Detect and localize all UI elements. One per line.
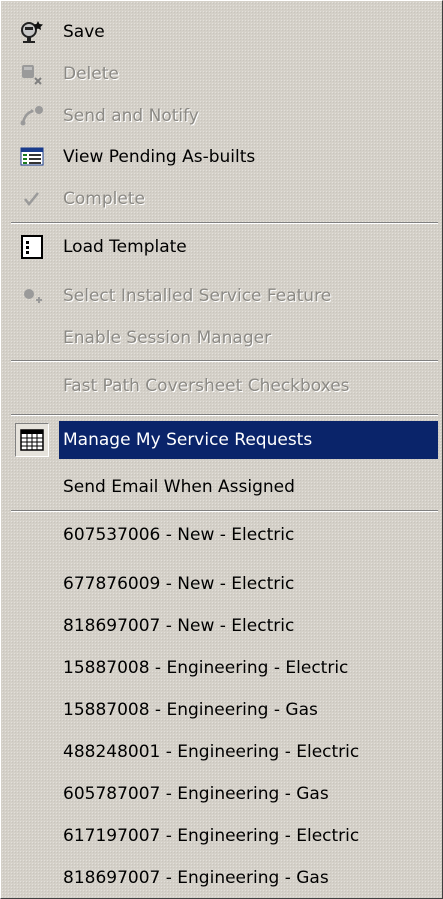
- menu-item-label: 605787007 - Engineering - Gas: [63, 784, 329, 804]
- menu-item-service-request[interactable]: 677876009 - New - Electric: [3, 565, 440, 603]
- grid-table-icon-wrapper: [7, 421, 57, 459]
- menu-item-label: 15887008 - Engineering - Electric: [63, 658, 349, 678]
- menu-item-label: 818697007 - New - Electric: [63, 616, 295, 636]
- menu-separator: [11, 414, 438, 416]
- grid-table-icon: [15, 423, 49, 457]
- menu-item-label: Load Template: [63, 237, 187, 257]
- menu-item-send-email-when-assigned[interactable]: Send Email When Assigned: [3, 468, 440, 506]
- save-icon: [7, 13, 57, 51]
- menu-item-service-request[interactable]: 818697007 - New - Electric: [3, 607, 440, 645]
- menu-item-service-request[interactable]: 605787007 - Engineering - Gas: [3, 775, 440, 813]
- menu-item-service-request[interactable]: 15887008 - Engineering - Electric: [3, 649, 440, 687]
- menu-item-label: 818697007 - Engineering - Gas: [63, 868, 329, 888]
- menu-item-delete[interactable]: Delete: [3, 55, 440, 93]
- menu-item-label: 607537006 - New - Electric: [63, 525, 295, 545]
- menu-item-save[interactable]: Save: [3, 13, 440, 51]
- menu-separator: [11, 222, 438, 224]
- menu-separator: [11, 510, 438, 512]
- menu-item-service-request[interactable]: 617197007 - Engineering - Electric: [3, 817, 440, 855]
- menu-item-label: 677876009 - New - Electric: [63, 574, 295, 594]
- view-pending-icon: [7, 138, 57, 176]
- menu-item-label: Complete: [63, 189, 145, 209]
- menu-item-load-template[interactable]: Load Template: [3, 228, 440, 266]
- menu-item-enable-session-manager[interactable]: Enable Session Manager: [3, 319, 440, 357]
- menu-item-fast-path-coversheet-checkboxes[interactable]: Fast Path Coversheet Checkboxes: [3, 367, 440, 405]
- menu-item-label: Enable Session Manager: [63, 328, 272, 348]
- select-feature-icon: [7, 277, 57, 315]
- delete-icon: [7, 55, 57, 93]
- menu-item-label: 15887008 - Engineering - Gas: [63, 700, 318, 720]
- menu-item-label: Send and Notify: [63, 106, 199, 126]
- menu-item-service-request[interactable]: 607537006 - New - Electric: [3, 516, 440, 554]
- checkmark-icon: [7, 180, 57, 218]
- menu-item-service-request[interactable]: 818697007 - Engineering - Gas: [3, 859, 440, 897]
- menu-item-label: Fast Path Coversheet Checkboxes: [63, 376, 350, 396]
- menu-item-label: Select Installed Service Feature: [63, 286, 332, 306]
- send-notify-icon: [7, 97, 57, 135]
- menu-item-service-request[interactable]: 15887008 - Engineering - Gas: [3, 691, 440, 729]
- menu-item-complete[interactable]: Complete: [3, 180, 440, 218]
- menu-item-label: Save: [63, 22, 105, 42]
- menu-item-label: View Pending As-builts: [63, 147, 256, 167]
- menu-item-select-installed-service-feature[interactable]: Select Installed Service Feature: [3, 277, 440, 315]
- menu-item-send-and-notify[interactable]: Send and Notify: [3, 97, 440, 135]
- menu-item-service-request[interactable]: 488248001 - Engineering - Electric: [3, 733, 440, 771]
- menu-item-label: Send Email When Assigned: [63, 477, 295, 497]
- menu-item-label: 488248001 - Engineering - Electric: [63, 742, 360, 762]
- menu-item-label: Delete: [63, 64, 119, 84]
- template-icon: [7, 228, 57, 266]
- menu-separator: [11, 360, 438, 362]
- menu-item-label: 617197007 - Engineering - Electric: [63, 826, 360, 846]
- menu-item-view-pending-as-builts[interactable]: View Pending As-builts: [3, 138, 440, 176]
- menu-item-label: Manage My Service Requests: [63, 430, 313, 450]
- menu-item-manage-my-service-requests[interactable]: Manage My Service Requests: [3, 421, 440, 459]
- context-menu: Save Delete Send and Notify View Pending…: [0, 0, 443, 899]
